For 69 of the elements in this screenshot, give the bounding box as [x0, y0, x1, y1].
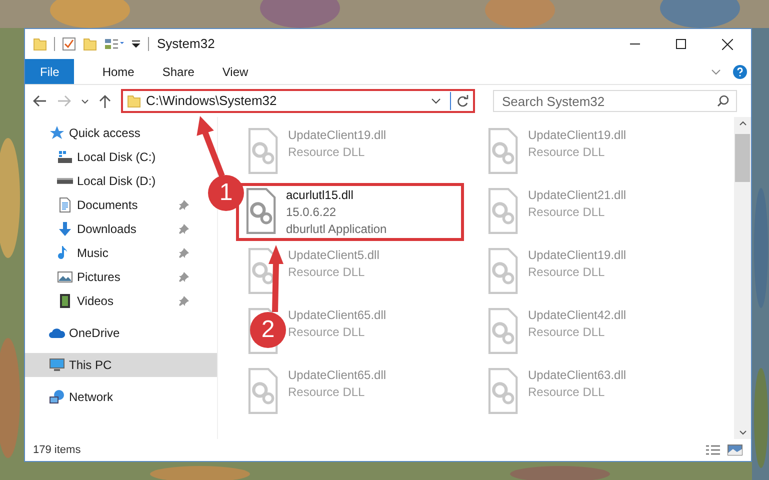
sidebar-item[interactable]: This PC — [25, 353, 217, 377]
address-path: C:\Windows\System32 — [146, 92, 277, 110]
sidebar-item[interactable]: Downloads — [25, 217, 193, 241]
pin-icon[interactable] — [179, 200, 189, 210]
expand-ribbon-icon[interactable] — [711, 68, 721, 74]
film-icon — [57, 293, 73, 309]
search-icon — [717, 95, 729, 107]
file-detail: Resource DLL — [288, 264, 366, 281]
sidebar-item[interactable]: Pictures — [25, 265, 193, 289]
help-icon[interactable] — [733, 64, 747, 78]
pin-icon[interactable] — [179, 272, 189, 282]
folder-icon — [127, 94, 141, 108]
details-view-icon[interactable] — [705, 445, 721, 455]
annotation-arrow — [196, 116, 225, 178]
ribbon-tab[interactable]: File — [25, 59, 74, 84]
document-icon — [57, 197, 73, 213]
ribbon-tab[interactable]: Home — [88, 59, 148, 84]
drive-icon — [57, 149, 73, 165]
file-detail: Resource DLL — [528, 264, 606, 281]
pin-icon[interactable] — [179, 248, 189, 258]
window-title: System32 — [157, 35, 215, 54]
file-name[interactable]: acurlutl15.dll — [286, 187, 387, 204]
search-field[interactable]: Search System32 — [493, 90, 737, 112]
up-arrow-icon[interactable] — [99, 94, 111, 108]
customize-toolbar-icon[interactable] — [131, 39, 141, 49]
file-detail: Resource DLL — [528, 324, 606, 341]
sidebar-item[interactable]: Network — [25, 385, 193, 409]
annotation-arrow — [268, 245, 284, 312]
close-icon[interactable] — [722, 38, 733, 50]
scrollbar[interactable] — [734, 117, 751, 439]
scroll-thumb[interactable] — [735, 134, 750, 182]
refresh-icon[interactable] — [456, 94, 469, 108]
file-detail: Resource DLL — [528, 144, 606, 161]
sidebar-item[interactable]: Documents — [25, 193, 193, 217]
address-bar[interactable]: C:\Windows\System32 — [121, 89, 475, 113]
dropdown-caret-icon[interactable] — [431, 98, 441, 104]
file-detail: dburlutl Application — [286, 221, 387, 238]
file-detail: 15.0.6.22 — [286, 204, 338, 221]
sidebar-item[interactable]: Local Disk (C:) — [25, 145, 193, 169]
sidebar-item[interactable]: Videos — [25, 289, 193, 313]
minimize-icon[interactable] — [630, 43, 640, 45]
picture-icon — [57, 269, 73, 285]
sidebar-item[interactable]: OneDrive — [25, 321, 193, 345]
properties-icon[interactable] — [62, 37, 76, 51]
sidebar-item[interactable]: Quick access — [25, 121, 193, 145]
drive-icon — [57, 178, 73, 184]
file-detail: Resource DLL — [528, 384, 606, 401]
recent-locations-icon[interactable] — [81, 98, 89, 104]
file-detail: Resource DLL — [288, 324, 366, 341]
pin-icon[interactable] — [179, 296, 189, 306]
item-count: 179 items — [33, 442, 81, 458]
file-detail: Resource DLL — [528, 204, 606, 221]
network-icon — [49, 389, 65, 405]
back-arrow-icon[interactable] — [33, 95, 47, 107]
file-detail: Resource DLL — [288, 144, 366, 161]
star-icon — [49, 125, 65, 141]
monitor-icon — [49, 357, 65, 373]
sidebar-item[interactable]: Music — [25, 241, 193, 265]
scroll-down-icon[interactable] — [738, 430, 746, 435]
scroll-up-icon[interactable] — [738, 121, 746, 126]
sidebar-item[interactable]: Local Disk (D:) — [25, 169, 193, 193]
pin-icon[interactable] — [179, 224, 189, 234]
large-icons-view-icon[interactable] — [727, 444, 743, 456]
ribbon-tab[interactable]: View — [208, 59, 262, 84]
maximize-icon[interactable] — [676, 39, 686, 49]
view-options-icon[interactable] — [104, 37, 124, 51]
file-detail: Resource DLL — [288, 384, 366, 401]
download-arrow-icon — [57, 221, 73, 237]
ribbon-tab[interactable]: Share — [148, 59, 208, 84]
